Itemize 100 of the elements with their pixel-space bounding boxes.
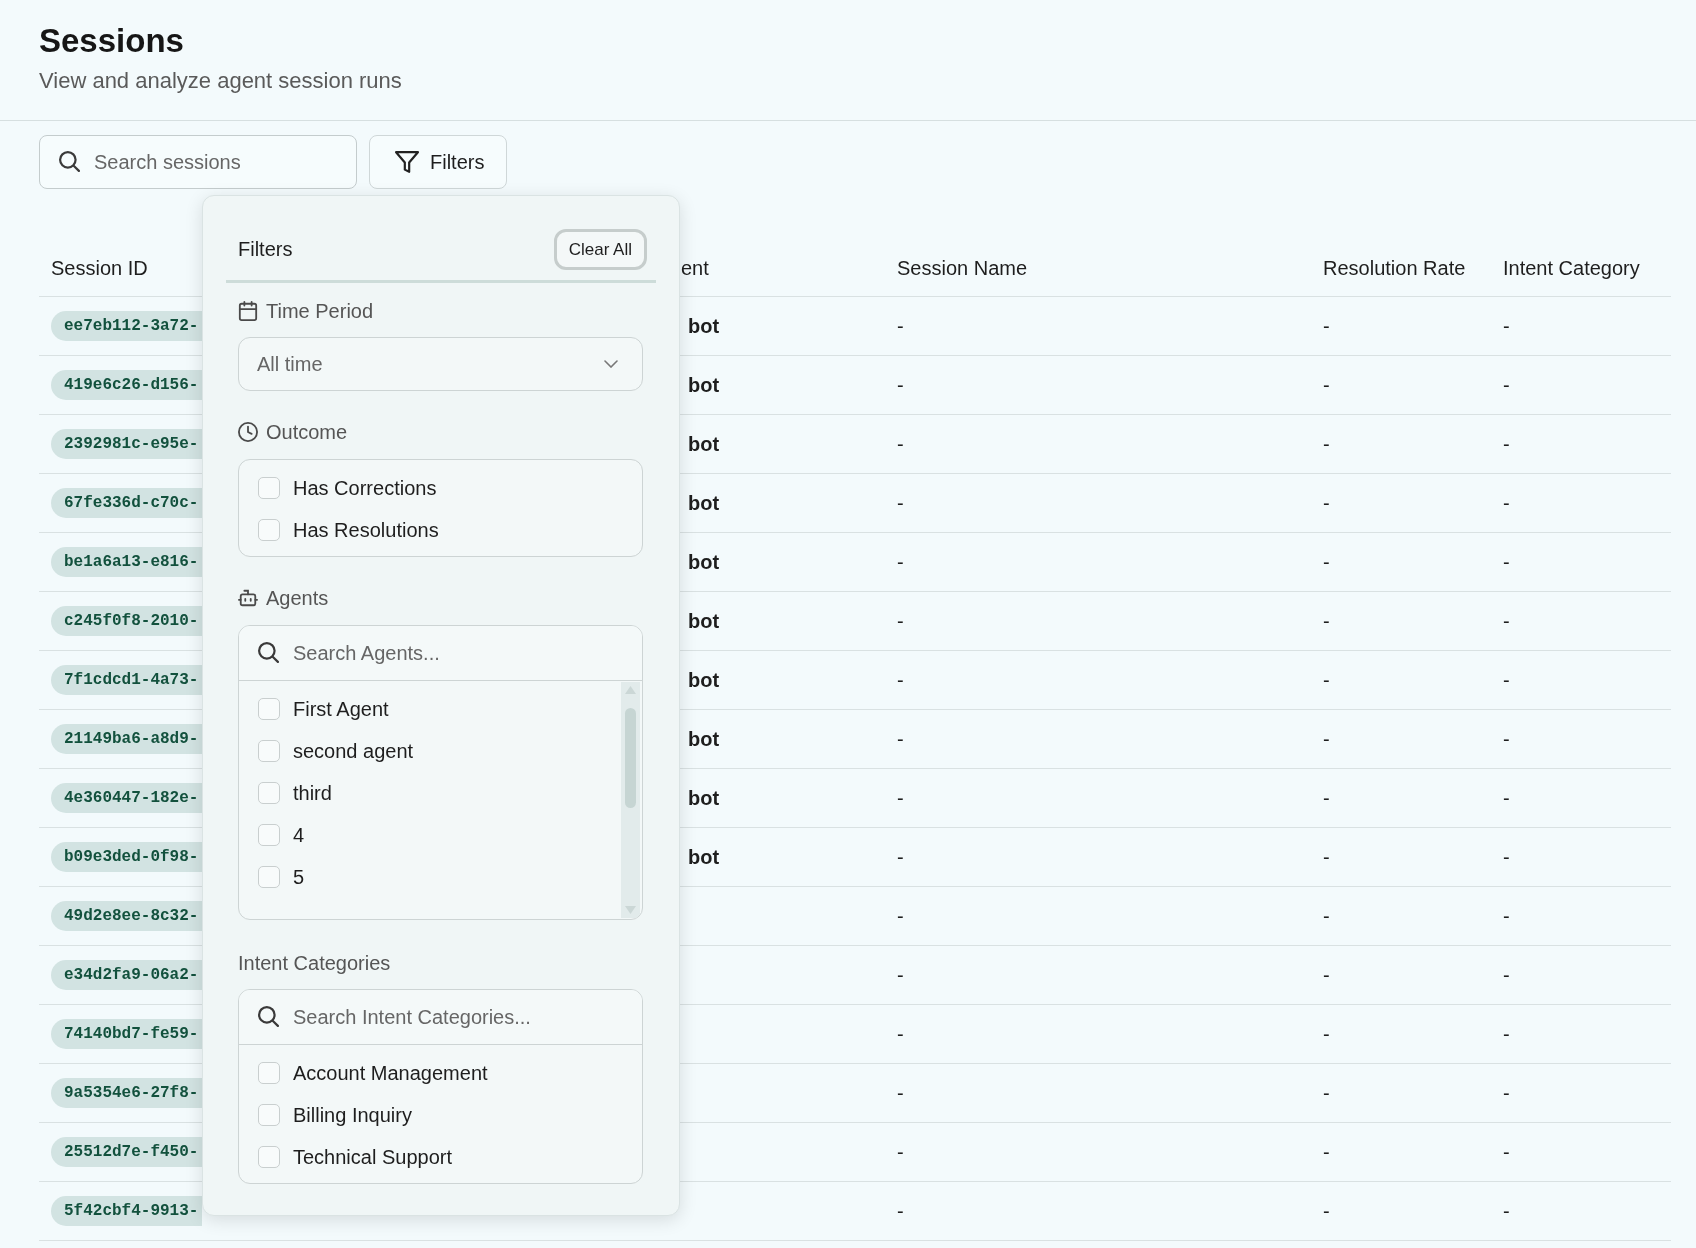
table-cell: - <box>1323 1140 1330 1163</box>
session-id-tag: 9a5354e6-27f8- <box>51 1078 203 1108</box>
table-cell: - <box>897 1199 904 1222</box>
option-label[interactable]: Account Management <box>293 1061 488 1085</box>
option-label[interactable]: First Agent <box>293 697 389 721</box>
column-header: Resolution Rate <box>1323 256 1466 279</box>
robot-icon <box>238 588 258 608</box>
table-cell: bot <box>688 373 720 396</box>
table-cell: - <box>1323 1199 1330 1222</box>
searchable-option-list[interactable]: Search Intent Categories... Account Management Billing Inquiry Technical Support <box>238 989 643 1184</box>
table-cell: - <box>1323 314 1330 337</box>
table-cell: - <box>1323 786 1330 809</box>
section-label: Intent Categories <box>238 951 391 975</box>
search-icon <box>258 1006 279 1027</box>
table-cell: bot <box>688 314 720 337</box>
filter-icon <box>395 151 419 173</box>
session-id-tag: e34d2fa9-06a2- <box>51 960 203 990</box>
table-cell: - <box>1323 1081 1330 1104</box>
checkbox[interactable] <box>258 824 280 846</box>
option-label[interactable]: third <box>293 781 332 805</box>
table-cell: - <box>897 727 904 750</box>
table-cell: - <box>897 963 904 986</box>
table-cell: bot <box>688 727 720 750</box>
table-cell: bot <box>688 550 720 573</box>
search-field[interactable]: Search Agents... <box>239 626 642 681</box>
session-id-tag: 4e360447-182e- <box>51 783 203 813</box>
session-id-tag: be1a6a13-e816- <box>51 547 203 577</box>
column-header: Session ID <box>51 256 148 279</box>
search-field[interactable]: Search sessions <box>39 135 357 189</box>
column-header: Intent Category <box>1503 256 1640 279</box>
table-cell: - <box>1503 727 1510 750</box>
table-cell: bot <box>688 668 720 691</box>
table-cell: - <box>1503 609 1510 632</box>
option-label[interactable]: 5 <box>293 865 305 889</box>
section-label: Agents <box>266 586 329 610</box>
table-cell: - <box>1323 491 1330 514</box>
session-id-tag: 419e6c26-d156- <box>51 370 203 400</box>
calendar-icon <box>238 301 258 321</box>
option-label[interactable]: Has Resolutions <box>293 518 439 542</box>
clear-all-button[interactable]: Clear All <box>553 229 647 270</box>
table-cell: - <box>1503 668 1510 691</box>
filters-button[interactable]: Filters <box>369 135 508 189</box>
checkbox[interactable] <box>258 477 280 499</box>
option-label[interactable]: Billing Inquiry <box>293 1103 412 1127</box>
table-cell: - <box>1323 904 1330 927</box>
table-cell: - <box>1503 1081 1510 1104</box>
scrollbar[interactable] <box>621 682 640 918</box>
table-cell: - <box>897 373 904 396</box>
session-id-tag: 49d2e8ee-8c32- <box>51 901 203 931</box>
table-cell: - <box>897 550 904 573</box>
session-id-tag: 2392981c-e95e- <box>51 429 203 459</box>
table-cell: - <box>1503 845 1510 868</box>
table-cell: - <box>1323 550 1330 573</box>
option-label[interactable]: Has Corrections <box>293 476 437 500</box>
checkbox[interactable] <box>258 1062 280 1084</box>
page-title: Sessions <box>39 22 184 60</box>
section-label: Outcome <box>266 420 348 444</box>
table-cell: - <box>897 314 904 337</box>
section-label: Time Period <box>266 299 374 323</box>
table-cell: - <box>1503 491 1510 514</box>
table-cell: bot <box>688 609 720 632</box>
session-id-tag: 25512d7e-f450- <box>51 1137 203 1167</box>
search-field[interactable]: Search Intent Categories... <box>239 990 642 1045</box>
checkbox[interactable] <box>258 1146 280 1168</box>
table-cell: - <box>1323 609 1330 632</box>
option-label[interactable]: second agent <box>293 739 414 763</box>
time-period-select[interactable]: All time <box>238 337 643 391</box>
page-subtitle: View and analyze agent session runs <box>39 67 402 95</box>
table-cell: - <box>1503 904 1510 927</box>
table-cell: - <box>1503 550 1510 573</box>
table-cell: - <box>1503 786 1510 809</box>
checkbox[interactable] <box>258 698 280 720</box>
session-id-tag: 7f1cdcd1-4a73- <box>51 665 203 695</box>
table-cell: - <box>897 491 904 514</box>
table-cell: - <box>897 1081 904 1104</box>
table-cell: bot <box>688 845 720 868</box>
searchable-option-list[interactable]: Search Agents... First Agent second agent third 4 5 <box>238 625 643 920</box>
table-cell: - <box>1323 373 1330 396</box>
clock-icon <box>238 422 258 442</box>
checkbox[interactable] <box>258 866 280 888</box>
session-id-tag: 67fe336d-c70c- <box>51 488 203 518</box>
checkbox[interactable] <box>258 1104 280 1126</box>
table-cell: - <box>1323 845 1330 868</box>
table-cell: bot <box>688 432 720 455</box>
table-cell: - <box>1503 963 1510 986</box>
table-cell: bot <box>688 786 720 809</box>
table-cell: - <box>1503 1022 1510 1045</box>
table-cell: - <box>1503 314 1510 337</box>
option-label[interactable]: 4 <box>293 823 305 847</box>
table-cell: - <box>897 904 904 927</box>
checkbox[interactable] <box>258 519 280 541</box>
option-label[interactable]: Technical Support <box>293 1145 452 1169</box>
table-cell: - <box>897 1140 904 1163</box>
checkbox[interactable] <box>258 782 280 804</box>
session-id-tag: 21149ba6-a8d9- <box>51 724 203 754</box>
table-cell: - <box>1503 373 1510 396</box>
table-cell: - <box>897 432 904 455</box>
table-cell: - <box>1503 1199 1510 1222</box>
table-cell: - <box>897 845 904 868</box>
checkbox[interactable] <box>258 740 280 762</box>
